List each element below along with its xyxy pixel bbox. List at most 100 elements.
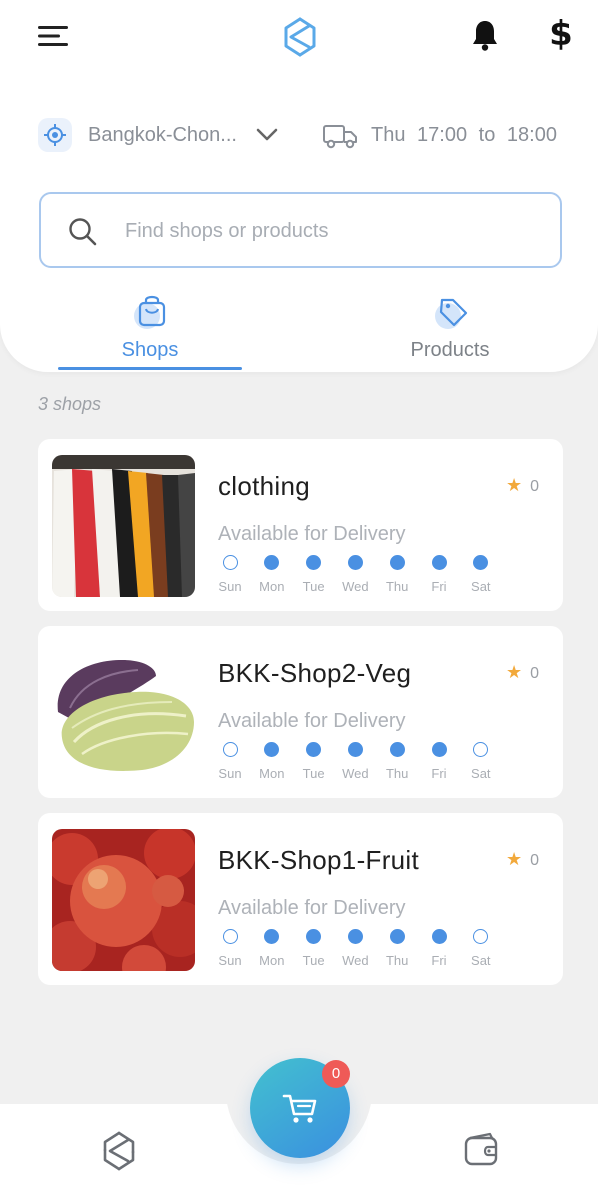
day-fri: Fri [419,742,459,781]
day-label: Thu [385,766,409,781]
delivery-days: Sun Mon Tue Wed Thu Fri Sat [218,555,498,595]
shop-card[interactable]: clothing ★ 0 Available for Delivery Sun Mo… [38,439,563,611]
search-icon [69,218,97,246]
shop-name: clothing [218,471,311,501]
day-availability-dot [264,742,280,757]
day-label: Sun [218,766,242,781]
day-availability-dot [347,742,363,757]
cart-badge: 0 [322,1060,350,1088]
delivery-days: Sun Mon Tue Wed Thu Fri Sat [218,929,498,969]
tab-shops-label: Shops [121,339,179,361]
day-sat: Sat [461,555,501,594]
day-availability-dot [222,555,238,570]
shopping-bag-icon [134,295,166,329]
shop-card[interactable]: BKK-Shop2-Veg ★ 0 Available for Delivery … [38,626,563,798]
bell-icon[interactable] [470,18,500,52]
day-availability-dot [222,929,238,944]
day-sun: Sun [210,929,250,968]
day-tue: Tue [294,929,334,968]
shop-image-clothing [52,455,195,597]
day-label: Tue [302,766,325,781]
day-mon: Mon [252,742,292,781]
shop-rating-value: 0 [530,852,540,869]
delivery-day: Thu [371,124,406,146]
delivery-truck-icon [323,125,357,149]
location-name[interactable]: Bangkok-Chon... [88,124,237,147]
cart-icon [282,1094,317,1123]
day-sat: Sat [461,742,501,781]
day-label: Sat [471,953,491,968]
shop-image-veg [52,642,195,784]
shop-rating-value: 0 [530,665,540,682]
day-label: Tue [302,953,325,968]
tab-products[interactable]: Products [350,288,550,372]
shop-rating: ★ 0 [506,662,539,683]
day-wed: Wed [335,742,375,781]
shop-rating: ★ 0 [506,849,539,870]
day-availability-dot [389,742,405,757]
day-label: Thu [385,579,409,594]
day-availability-dot [306,929,322,944]
day-thu: Thu [377,742,417,781]
shops-count: 3 shops [38,394,102,414]
delivery-to-word: to [478,124,496,146]
search-input[interactable] [125,212,535,250]
availability-label: Available for Delivery [218,897,406,919]
day-label: Fri [431,766,447,781]
day-availability-dot [347,929,363,944]
shop-name: BKK-Shop1-Fruit [218,845,420,875]
star-icon: ★ [506,475,523,495]
delivery-time-slot[interactable]: Thu 17:00 to 18:00 [371,124,563,147]
search-box[interactable] [39,192,562,268]
day-mon: Mon [252,929,292,968]
shop-card[interactable]: BKK-Shop1-Fruit ★ 0 Available for Deliver… [38,813,563,985]
day-thu: Thu [377,929,417,968]
day-tue: Tue [294,742,334,781]
day-label: Mon [259,953,285,968]
day-availability-dot [431,742,447,757]
active-tab-indicator [58,367,242,370]
app-logo-icon [284,17,316,57]
day-label: Fri [431,579,447,594]
shop-name: BKK-Shop2-Veg [218,658,412,688]
day-availability-dot [431,929,447,944]
day-availability-dot [347,555,363,570]
delivery-from-time: 17:00 [417,124,468,146]
day-label: Sun [218,953,242,968]
currency-dollar-icon[interactable]: $ [546,14,576,54]
day-label: Sun [218,579,242,594]
menu-icon[interactable] [38,24,70,48]
day-availability-dot [431,555,447,570]
availability-label: Available for Delivery [218,710,406,732]
delivery-to-time: 18:00 [506,124,557,146]
day-label: Tue [302,579,325,594]
day-availability-dot [306,742,322,757]
tab-shops[interactable]: Shops [50,288,250,372]
day-wed: Wed [335,555,375,594]
shop-image-fruit [52,829,195,971]
day-sun: Sun [210,742,250,781]
day-label: Wed [342,766,369,781]
day-wed: Wed [335,929,375,968]
day-availability-dot [389,555,405,570]
day-label: Mon [259,766,285,781]
top-bar: $ [0,0,598,80]
day-thu: Thu [377,555,417,594]
location-pin-icon[interactable] [38,118,72,152]
day-availability-dot [473,742,489,757]
day-mon: Mon [252,555,292,594]
chevron-down-icon[interactable] [254,124,280,146]
tag-icon [435,298,468,329]
day-availability-dot [222,742,238,757]
day-availability-dot [264,555,280,570]
shop-rating-value: 0 [530,478,540,495]
tab-products-label: Products [410,339,490,361]
day-fri: Fri [419,929,459,968]
wallet-icon[interactable] [462,1132,502,1170]
star-icon: ★ [506,849,523,869]
day-sat: Sat [461,929,501,968]
delivery-location-row: Bangkok-Chon... Thu 17:00 to 18:00 [0,116,598,156]
nav-home-logo-icon[interactable] [98,1130,140,1172]
delivery-days: Sun Mon Tue Wed Thu Fri Sat [218,742,498,782]
day-label: Sat [471,766,491,781]
